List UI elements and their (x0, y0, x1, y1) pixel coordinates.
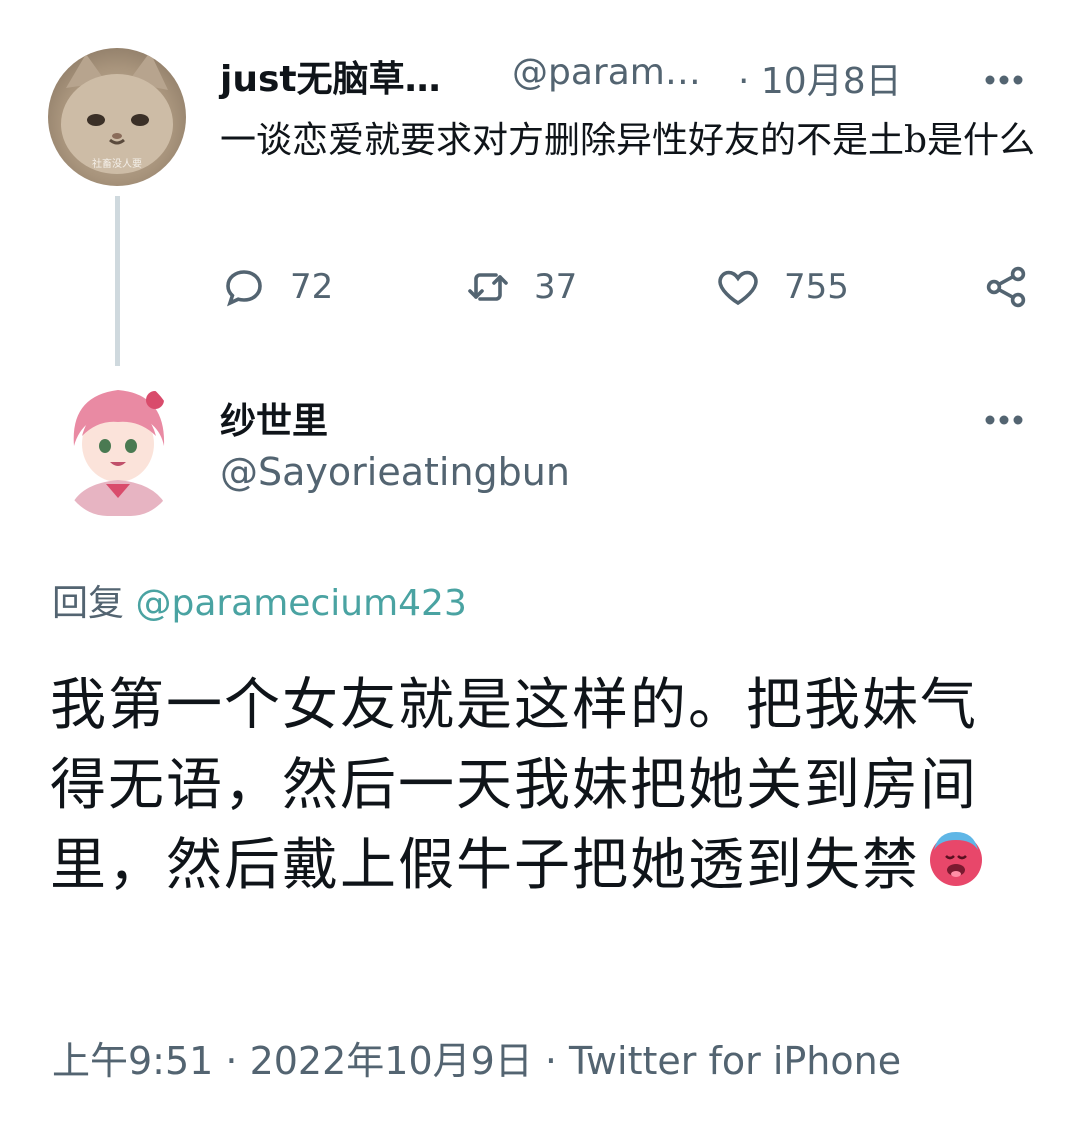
reply-prefix: 回复 (52, 583, 125, 624)
like-count: 755 (784, 267, 849, 307)
reply-text-block: 我第一个女友就是这样的。把我妹气得无语，然后一天我妹把她关到房间里，然后戴上假牛… (50, 666, 1030, 906)
reply-button[interactable]: 72 (220, 262, 333, 312)
author-name[interactable]: 纱世里 (220, 392, 328, 444)
author-handle[interactable]: @Sayorieatingbun (220, 450, 570, 494)
tweet-text: 我第一个女友就是这样的。把我妹气得无语，然后一天我妹把她关到房间里，然后戴上假牛… (50, 673, 978, 898)
reply-count: 72 (290, 267, 334, 307)
hot-face-emoji-icon (930, 832, 982, 886)
retweet-icon (468, 273, 508, 301)
thread-connector-line (115, 196, 120, 366)
reply-icon (226, 270, 262, 307)
tweet-text: 一谈恋爱就要求对方删除异性好友的不是土b是什么 (220, 120, 1036, 161)
more-options-icon[interactable] (984, 56, 1024, 94)
reply-mention-link[interactable]: @paramecium423 (135, 583, 466, 624)
anime-girl-avatar-image (68, 390, 170, 516)
heart-icon (718, 270, 758, 306)
tweet-date[interactable]: · 10月8日 (738, 52, 902, 104)
avatar[interactable] (60, 376, 178, 516)
share-icon (986, 266, 1026, 308)
retweet-button[interactable]: 37 (464, 262, 577, 312)
more-options-icon[interactable] (984, 396, 1024, 434)
author-handle[interactable]: @param… (512, 52, 701, 93)
avatar-caption: 社畜没人要 (92, 159, 142, 170)
like-button[interactable]: 755 (714, 262, 849, 312)
share-button[interactable] (982, 262, 1030, 312)
author-name[interactable]: just无脑草… (220, 50, 441, 102)
replying-to: 回复 @paramecium423 (52, 574, 467, 626)
tweet-timestamp[interactable]: 上午9:51 · 2022年10月9日 · Twitter for iPhone (52, 1030, 901, 1085)
retweet-count: 37 (534, 267, 578, 307)
avatar[interactable]: 社畜没人要 (48, 48, 186, 186)
